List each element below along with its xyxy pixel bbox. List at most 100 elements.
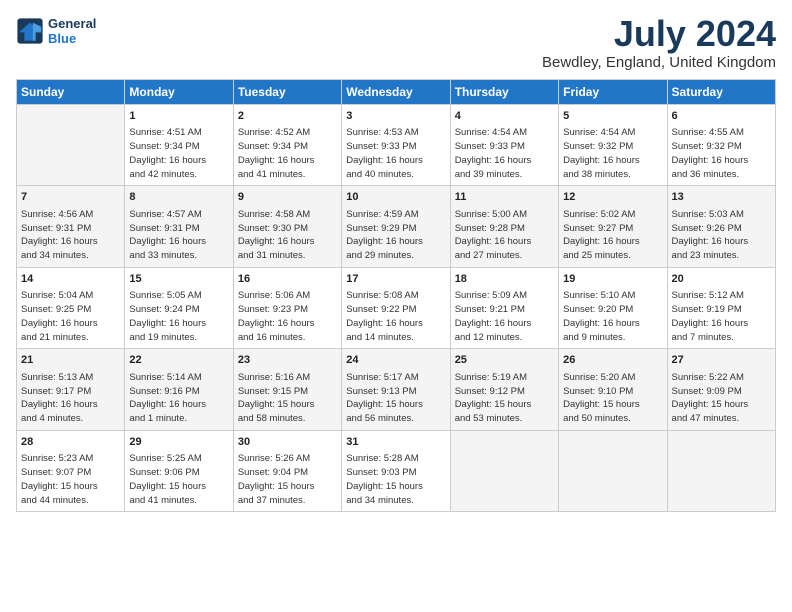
calendar-cell: 11 Sunrise: 5:00 AM Sunset: 9:28 PM Dayli… [450, 186, 558, 267]
day-number: 5 [563, 109, 662, 124]
logo-text: General Blue [48, 16, 96, 46]
calendar-cell: 20Sunrise: 5:12 AM Sunset: 9:19 PM Dayli… [667, 267, 775, 348]
day-info: Sunrise: 4:51 AM Sunset: 9:34 PM Dayligh… [129, 126, 228, 181]
month-title: July 2024 [542, 16, 776, 52]
calendar-cell [559, 430, 667, 511]
calendar-week-3: 14 Sunrise: 5:04 AM Sunset: 9:25 PM Dayli… [17, 267, 776, 348]
logo-icon [16, 17, 44, 45]
calendar-cell: 21 Sunrise: 5:13 AM Sunset: 9:17 PM Dayli… [17, 349, 125, 430]
weekday-header-tuesday: Tuesday [233, 80, 341, 105]
weekday-header-saturday: Saturday [667, 80, 775, 105]
day-number: 14 [21, 272, 120, 287]
day-number: 29 [129, 435, 228, 450]
location-title: Bewdley, England, United Kingdom [542, 54, 776, 71]
calendar-cell [667, 430, 775, 511]
day-info: Sunrise: 5:03 AM Sunset: 9:26 PM Dayligh… [672, 208, 771, 263]
day-info: Sunrise: 5:16 AM Sunset: 9:15 PM Dayligh… [238, 371, 337, 426]
day-info: Sunrise: 4:58 AM Sunset: 9:30 PM Dayligh… [238, 208, 337, 263]
day-number: 31 [346, 435, 445, 450]
day-info: Sunrise: 5:23 AM Sunset: 9:07 PM Dayligh… [21, 452, 120, 507]
day-number: 18 [455, 272, 554, 287]
day-number: 23 [238, 353, 337, 368]
day-number: 19 [563, 272, 662, 287]
calendar-cell: 2Sunrise: 4:52 AM Sunset: 9:34 PM Daylig… [233, 105, 341, 186]
day-number: 28 [21, 435, 120, 450]
calendar-cell: 10Sunrise: 4:59 AM Sunset: 9:29 PM Dayli… [342, 186, 450, 267]
day-info: Sunrise: 5:13 AM Sunset: 9:17 PM Dayligh… [21, 371, 120, 426]
calendar-table: SundayMondayTuesdayWednesdayThursdayFrid… [16, 79, 776, 512]
calendar-week-2: 7Sunrise: 4:56 AM Sunset: 9:31 PM Daylig… [17, 186, 776, 267]
calendar-cell: 23 Sunrise: 5:16 AM Sunset: 9:15 PM Dayli… [233, 349, 341, 430]
day-number: 22 [129, 353, 228, 368]
day-number: 25 [455, 353, 554, 368]
day-number: 12 [563, 190, 662, 205]
calendar-cell: 29 Sunrise: 5:25 AM Sunset: 9:06 PM Dayli… [125, 430, 233, 511]
day-number: 4 [455, 109, 554, 124]
day-number: 11 [455, 190, 554, 205]
weekday-header-row: SundayMondayTuesdayWednesdayThursdayFrid… [17, 80, 776, 105]
day-info: Sunrise: 5:22 AM Sunset: 9:09 PM Dayligh… [672, 371, 771, 426]
calendar-cell [450, 430, 558, 511]
day-number: 8 [129, 190, 228, 205]
calendar-cell: 8 Sunrise: 4:57 AM Sunset: 9:31 PM Daylig… [125, 186, 233, 267]
calendar-cell: 5 Sunrise: 4:54 AM Sunset: 9:32 PM Daylig… [559, 105, 667, 186]
day-info: Sunrise: 5:09 AM Sunset: 9:21 PM Dayligh… [455, 289, 554, 344]
day-number: 3 [346, 109, 445, 124]
day-number: 30 [238, 435, 337, 450]
day-number: 15 [129, 272, 228, 287]
calendar-cell: 30 Sunrise: 5:26 AM Sunset: 9:04 PM Dayli… [233, 430, 341, 511]
day-info: Sunrise: 5:10 AM Sunset: 9:20 PM Dayligh… [563, 289, 662, 344]
weekday-header-wednesday: Wednesday [342, 80, 450, 105]
day-number: 16 [238, 272, 337, 287]
day-info: Sunrise: 4:55 AM Sunset: 9:32 PM Dayligh… [672, 126, 771, 181]
day-info: Sunrise: 5:00 AM Sunset: 9:28 PM Dayligh… [455, 208, 554, 263]
calendar-cell: 6 Sunrise: 4:55 AM Sunset: 9:32 PM Daylig… [667, 105, 775, 186]
calendar-cell: 18 Sunrise: 5:09 AM Sunset: 9:21 PM Dayli… [450, 267, 558, 348]
day-info: Sunrise: 5:26 AM Sunset: 9:04 PM Dayligh… [238, 452, 337, 507]
calendar-cell: 26 Sunrise: 5:20 AM Sunset: 9:10 PM Dayli… [559, 349, 667, 430]
day-number: 6 [672, 109, 771, 124]
calendar-cell: 7Sunrise: 4:56 AM Sunset: 9:31 PM Daylig… [17, 186, 125, 267]
day-info: Sunrise: 4:57 AM Sunset: 9:31 PM Dayligh… [129, 208, 228, 263]
day-number: 17 [346, 272, 445, 287]
calendar-cell: 24Sunrise: 5:17 AM Sunset: 9:13 PM Dayli… [342, 349, 450, 430]
day-info: Sunrise: 5:04 AM Sunset: 9:25 PM Dayligh… [21, 289, 120, 344]
day-info: Sunrise: 5:28 AM Sunset: 9:03 PM Dayligh… [346, 452, 445, 507]
day-info: Sunrise: 5:20 AM Sunset: 9:10 PM Dayligh… [563, 371, 662, 426]
day-number: 26 [563, 353, 662, 368]
calendar-cell: 3Sunrise: 4:53 AM Sunset: 9:33 PM Daylig… [342, 105, 450, 186]
calendar-cell: 28 Sunrise: 5:23 AM Sunset: 9:07 PM Dayli… [17, 430, 125, 511]
calendar-cell: 17Sunrise: 5:08 AM Sunset: 9:22 PM Dayli… [342, 267, 450, 348]
calendar-cell: 31 Sunrise: 5:28 AM Sunset: 9:03 PM Dayli… [342, 430, 450, 511]
day-number: 27 [672, 353, 771, 368]
calendar-cell: 14 Sunrise: 5:04 AM Sunset: 9:25 PM Dayli… [17, 267, 125, 348]
calendar-week-4: 21 Sunrise: 5:13 AM Sunset: 9:17 PM Dayli… [17, 349, 776, 430]
title-block: July 2024 Bewdley, England, United Kingd… [542, 16, 776, 71]
day-number: 1 [129, 109, 228, 124]
day-info: Sunrise: 5:14 AM Sunset: 9:16 PM Dayligh… [129, 371, 228, 426]
day-info: Sunrise: 5:19 AM Sunset: 9:12 PM Dayligh… [455, 371, 554, 426]
day-number: 9 [238, 190, 337, 205]
day-info: Sunrise: 4:56 AM Sunset: 9:31 PM Dayligh… [21, 208, 120, 263]
calendar-cell: 9 Sunrise: 4:58 AM Sunset: 9:30 PM Daylig… [233, 186, 341, 267]
logo: General Blue [16, 16, 96, 46]
weekday-header-sunday: Sunday [17, 80, 125, 105]
day-info: Sunrise: 5:05 AM Sunset: 9:24 PM Dayligh… [129, 289, 228, 344]
calendar-cell: 15 Sunrise: 5:05 AM Sunset: 9:24 PM Dayli… [125, 267, 233, 348]
day-info: Sunrise: 4:59 AM Sunset: 9:29 PM Dayligh… [346, 208, 445, 263]
calendar-cell: 19 Sunrise: 5:10 AM Sunset: 9:20 PM Dayli… [559, 267, 667, 348]
calendar-cell: 12 Sunrise: 5:02 AM Sunset: 9:27 PM Dayli… [559, 186, 667, 267]
day-info: Sunrise: 5:06 AM Sunset: 9:23 PM Dayligh… [238, 289, 337, 344]
weekday-header-friday: Friday [559, 80, 667, 105]
calendar-cell: 22 Sunrise: 5:14 AM Sunset: 9:16 PM Dayli… [125, 349, 233, 430]
day-info: Sunrise: 5:12 AM Sunset: 9:19 PM Dayligh… [672, 289, 771, 344]
day-number: 21 [21, 353, 120, 368]
calendar-week-5: 28 Sunrise: 5:23 AM Sunset: 9:07 PM Dayli… [17, 430, 776, 511]
day-info: Sunrise: 4:54 AM Sunset: 9:32 PM Dayligh… [563, 126, 662, 181]
day-info: Sunrise: 5:25 AM Sunset: 9:06 PM Dayligh… [129, 452, 228, 507]
calendar-week-1: 1 Sunrise: 4:51 AM Sunset: 9:34 PM Daylig… [17, 105, 776, 186]
day-info: Sunrise: 4:52 AM Sunset: 9:34 PM Dayligh… [238, 126, 337, 181]
day-info: Sunrise: 5:02 AM Sunset: 9:27 PM Dayligh… [563, 208, 662, 263]
page-header: General Blue July 2024 Bewdley, England,… [16, 16, 776, 71]
calendar-cell: 1 Sunrise: 4:51 AM Sunset: 9:34 PM Daylig… [125, 105, 233, 186]
